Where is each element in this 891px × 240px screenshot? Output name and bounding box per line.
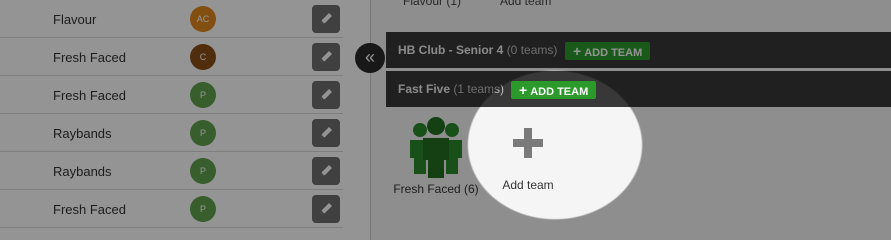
row-team-name: Fresh Faced xyxy=(53,50,126,65)
section-title: Fast Five (1 teams) xyxy=(398,82,505,96)
collapse-sidebar-button[interactable]: « xyxy=(355,43,385,73)
pencil-icon xyxy=(321,127,332,138)
pencil-icon xyxy=(321,13,332,24)
pencil-icon xyxy=(321,203,332,214)
edit-button[interactable] xyxy=(312,5,340,33)
add-team-tile-label: Add team xyxy=(502,178,554,192)
row-team-name: Fresh Faced xyxy=(53,88,126,103)
section-header-fast-five: Fast Five (1 teams) + ADD TEAM xyxy=(386,71,891,107)
table-row: Raybands P xyxy=(0,152,343,190)
avatar: C xyxy=(190,44,216,70)
teams-panel: Flavour (1) Add team HB Club - Senior 4 … xyxy=(370,0,891,240)
edit-button[interactable] xyxy=(312,157,340,185)
team-tile-fresh-faced[interactable]: Fresh Faced (6) xyxy=(389,116,483,196)
double-chevron-left-icon: « xyxy=(364,47,375,67)
pencil-icon xyxy=(321,165,332,176)
edit-button[interactable] xyxy=(312,81,340,109)
pencil-icon xyxy=(321,51,332,62)
row-team-name: Fresh Faced xyxy=(53,202,126,217)
section-count: (0 teams) xyxy=(506,43,558,57)
avatar: P xyxy=(190,196,216,222)
avatar: P xyxy=(190,158,216,184)
table-row: Raybands P xyxy=(0,114,343,152)
add-team-button[interactable]: + ADD TEAM xyxy=(511,81,597,99)
row-team-name: Raybands xyxy=(53,126,112,141)
avatar: P xyxy=(190,82,216,108)
plus-icon: + xyxy=(573,43,582,59)
edit-button[interactable] xyxy=(312,43,340,71)
add-team-button[interactable]: + ADD TEAM xyxy=(565,42,651,60)
section-title: HB Club - Senior 4 (0 teams) xyxy=(398,43,558,57)
member-list: Flavour AC Fresh Faced C Fresh Faced P R… xyxy=(0,0,370,240)
plus-icon: + xyxy=(519,82,528,98)
section-count: (1 teams) xyxy=(453,82,505,96)
table-row: Fresh Faced P xyxy=(0,190,343,228)
pencil-icon xyxy=(321,89,332,100)
team-tile-label: Fresh Faced (6) xyxy=(393,182,479,196)
plus-icon xyxy=(513,128,543,158)
table-row: Fresh Faced C xyxy=(0,38,343,76)
team-group-icon xyxy=(410,117,462,178)
edit-button[interactable] xyxy=(312,195,340,223)
add-team-tile-label: Add team xyxy=(500,0,552,8)
avatar: AC xyxy=(190,6,216,32)
row-team-name: Raybands xyxy=(53,164,112,179)
table-row: Fresh Faced P xyxy=(0,76,343,114)
team-tile-label: Flavour (1) xyxy=(403,0,462,8)
edit-button[interactable] xyxy=(312,119,340,147)
section-header-hb-club: HB Club - Senior 4 (0 teams) + ADD TEAM xyxy=(386,32,891,68)
avatar: P xyxy=(190,120,216,146)
add-team-tile[interactable]: Add team xyxy=(493,128,563,192)
table-row: Flavour AC xyxy=(0,0,343,38)
row-team-name: Flavour xyxy=(53,12,97,27)
